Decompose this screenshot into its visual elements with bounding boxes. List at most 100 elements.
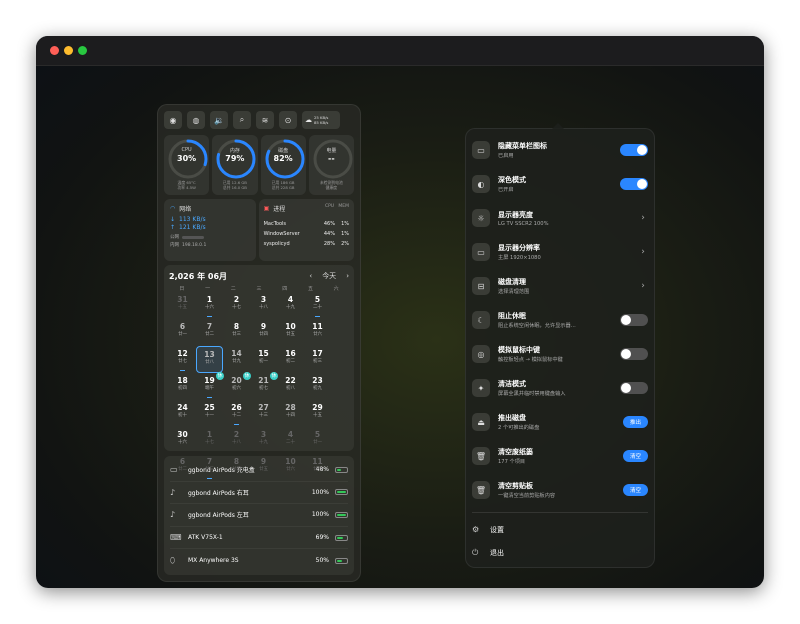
minimize-window-button[interactable] xyxy=(64,46,73,55)
empty-trash-button[interactable]: 清空 xyxy=(622,450,648,462)
calendar-day[interactable]: 8 廿四 xyxy=(223,454,250,481)
network-speed-button[interactable]: ☁ 25 KB/s 85 KB/s xyxy=(302,111,340,129)
next-month-button[interactable]: › xyxy=(346,272,349,280)
toggle-knob xyxy=(637,145,647,155)
calendar-day[interactable]: 19 端午休 xyxy=(196,372,224,400)
calendar-day[interactable]: 10 廿五 xyxy=(277,319,304,346)
calendar-day[interactable]: 28 十四 xyxy=(277,400,304,427)
calendar-day[interactable]: 11 廿七 xyxy=(304,454,331,481)
calendar-day[interactable]: 15 初一 xyxy=(250,346,277,373)
clean-mode-toggle[interactable] xyxy=(620,382,648,394)
process-row[interactable]: MacTools 46% 1% xyxy=(264,221,349,227)
dark-mode-toggle[interactable] xyxy=(620,178,648,190)
menu-item-prevent-sleep[interactable]: ☾ 阻止休眠 阻止系统空闲休眠，允许显示器… xyxy=(472,303,648,337)
calendar-day[interactable]: 11 廿六 xyxy=(304,319,331,346)
drive-icon: ⊟ xyxy=(472,277,490,295)
calendar-day[interactable]: 7 廿三 xyxy=(196,454,223,481)
menu-item-eject-disk[interactable]: ⏏ 推出磁盘 2 个可推出的磁盘 推出 xyxy=(472,405,648,439)
menu-item-clear-clipboard[interactable]: 🗑 清空剪贴板 一键清空当前剪贴板内容 清空 xyxy=(472,473,648,507)
globe-icon[interactable]: ◍ xyxy=(187,111,205,129)
calendar-day[interactable]: 10 廿六 xyxy=(277,454,304,481)
device-name: ATK V75X-1 xyxy=(188,534,223,542)
calendar-day[interactable]: 31 十五 xyxy=(169,292,196,319)
hide-menubar-icons-toggle[interactable] xyxy=(620,144,648,156)
calendar-day[interactable]: 17 初三 xyxy=(304,346,331,373)
calendar-day[interactable]: 25 十一 xyxy=(196,400,223,427)
device-row[interactable]: ♪ ggbond AirPods 左耳 100% xyxy=(170,504,348,527)
calendar-day[interactable]: 18 初四 xyxy=(169,373,196,400)
battery-health: 健康度 xyxy=(325,185,338,190)
cpu-gauge[interactable]: CPU 30% 温度 65°C 功率 4.5W xyxy=(164,135,210,195)
prevent-sleep-toggle[interactable] xyxy=(620,314,648,326)
calendar-day[interactable]: 26 十二 xyxy=(223,400,250,427)
menu-item-disk-cleanup[interactable]: ⊟ 磁盘清理 选择清理范围 › xyxy=(472,269,648,303)
menu-item-title: 模拟鼠标中键 xyxy=(498,346,540,354)
menu-item-display-resolution[interactable]: ▭ 显示器分辨率 主屏 1920×1080 › xyxy=(472,235,648,269)
calendar-day[interactable]: 14 廿九 xyxy=(223,346,250,373)
calendar-day[interactable]: 23 初九 xyxy=(304,373,331,400)
lunar-date: 廿三 xyxy=(205,467,214,472)
calendar-day[interactable]: 22 初八 xyxy=(277,373,304,400)
volume-icon[interactable]: 🔉 xyxy=(210,111,228,129)
calendar-day[interactable]: 4 二十 xyxy=(277,427,304,454)
calendar-day[interactable]: 16 初二 xyxy=(277,346,304,373)
calendar-day[interactable]: 21 初七休 xyxy=(250,372,278,400)
calendar-day[interactable]: 20 初六休 xyxy=(223,372,251,400)
process-row[interactable]: WindowServer 44% 1% xyxy=(264,231,349,237)
network-card[interactable]: ◠ 网络 ↓ 113 KB/s ↑ 121 KB/s 公网 内网 198.18.0.1 xyxy=(164,199,256,261)
calendar-day[interactable]: 1 十六 xyxy=(196,292,223,319)
calendar-day[interactable]: 7 廿二 xyxy=(196,319,223,346)
process-name: syspolicyd xyxy=(263,241,290,247)
settings-menu-item[interactable]: ⚙ 设置 xyxy=(472,518,648,541)
zoom-window-button[interactable] xyxy=(78,46,87,55)
calendar-day[interactable]: 5 廿一 xyxy=(304,427,331,454)
today-button[interactable]: 今天 xyxy=(322,271,336,281)
calendar-day[interactable]: 6 廿二 xyxy=(169,454,196,481)
prev-month-button[interactable]: ‹ xyxy=(309,272,312,280)
menu-item-dark-mode[interactable]: ◐ 深色模式 已开启 xyxy=(472,167,648,201)
lunar-date: 十一 xyxy=(205,413,214,418)
calendar-day[interactable]: 6 廿一 xyxy=(169,319,196,346)
device-row[interactable]: ♪ ggbond AirPods 右耳 100% xyxy=(170,482,348,505)
memory-gauge[interactable]: 内存 79% 已用 12.6 GB 总共 16.0 GB xyxy=(212,135,258,195)
calendar-day-today[interactable]: 13 廿八 xyxy=(196,346,223,373)
settings-icon[interactable]: ⊙ xyxy=(279,111,297,129)
search-icon[interactable]: ⌕ xyxy=(233,111,251,129)
calendar-day[interactable]: 9 廿五 xyxy=(250,454,277,481)
calendar-day[interactable]: 29 十五 xyxy=(304,400,331,427)
lunar-date: 十九 xyxy=(286,305,295,310)
close-window-button[interactable] xyxy=(50,46,59,55)
menu-item-display-brightness[interactable]: ☼ 显示器亮度 LG TV SSCR2 100% › xyxy=(472,201,648,235)
logo-icon[interactable]: ◉ xyxy=(164,111,182,129)
calendar-day[interactable]: 8 廿三 xyxy=(223,319,250,346)
calendar-day[interactable]: 12 廿七 xyxy=(169,346,196,373)
calendar-day[interactable]: 5 二十 xyxy=(304,292,331,319)
calendar-day[interactable]: 3 十九 xyxy=(250,427,277,454)
menu-item-middle-click[interactable]: ◎ 模拟鼠标中键 触控板轻点 → 模拟鼠标中键 xyxy=(472,337,648,371)
process-row[interactable]: syspolicyd 28% 2% xyxy=(264,241,349,247)
device-row[interactable]: ⬯ MX Anywhere 3S 50% xyxy=(170,549,348,572)
calendar-day[interactable]: 27 十三 xyxy=(250,400,277,427)
calendar-day[interactable]: 4 十九 xyxy=(277,292,304,319)
device-row[interactable]: ⌨ ATK V75X-1 69% xyxy=(170,527,348,550)
calendar-day[interactable]: 30 十六 xyxy=(169,427,196,454)
calendar-day[interactable]: 2 十八 xyxy=(223,427,250,454)
menu-item-subtitle: 已开启 xyxy=(498,187,514,193)
clear-clipboard-button[interactable]: 清空 xyxy=(622,484,648,496)
quit-menu-item[interactable]: ⏻ 退出 xyxy=(472,541,648,564)
eject-disk-button[interactable]: 推出 xyxy=(622,416,648,428)
calendar-day[interactable]: 2 十七 xyxy=(223,292,250,319)
calendar-day[interactable]: 9 廿四 xyxy=(250,319,277,346)
menu-item-clean-mode[interactable]: ✦ 清洁模式 屏幕全黑并临时禁用键盘输入 xyxy=(472,371,648,405)
menu-item-hide-menubar-icons[interactable]: ▭ 隐藏菜单栏图标 已启用 xyxy=(472,133,648,167)
calendar-day[interactable]: 3 十八 xyxy=(250,292,277,319)
calendar-day[interactable]: 24 初十 xyxy=(169,400,196,427)
menu-item-empty-trash[interactable]: 🗑 清空废纸篓 177 个项目 清空 xyxy=(472,439,648,473)
calendar-day[interactable]: 1 十七 xyxy=(196,427,223,454)
disk-gauge[interactable]: 磁盘 82% 已用 186 GB 总共 228 GB xyxy=(260,135,306,195)
battery-gauge[interactable]: 电量 -- 未检测到电池 健康度 xyxy=(308,135,354,195)
middle-click-toggle[interactable] xyxy=(620,348,648,360)
day-number: 10 xyxy=(285,322,296,331)
process-card[interactable]: ▣ 进程 CPU MEM MacTools 46% 1% WindowServer 4… xyxy=(258,199,354,261)
spotify-icon[interactable]: ≋ xyxy=(256,111,274,129)
